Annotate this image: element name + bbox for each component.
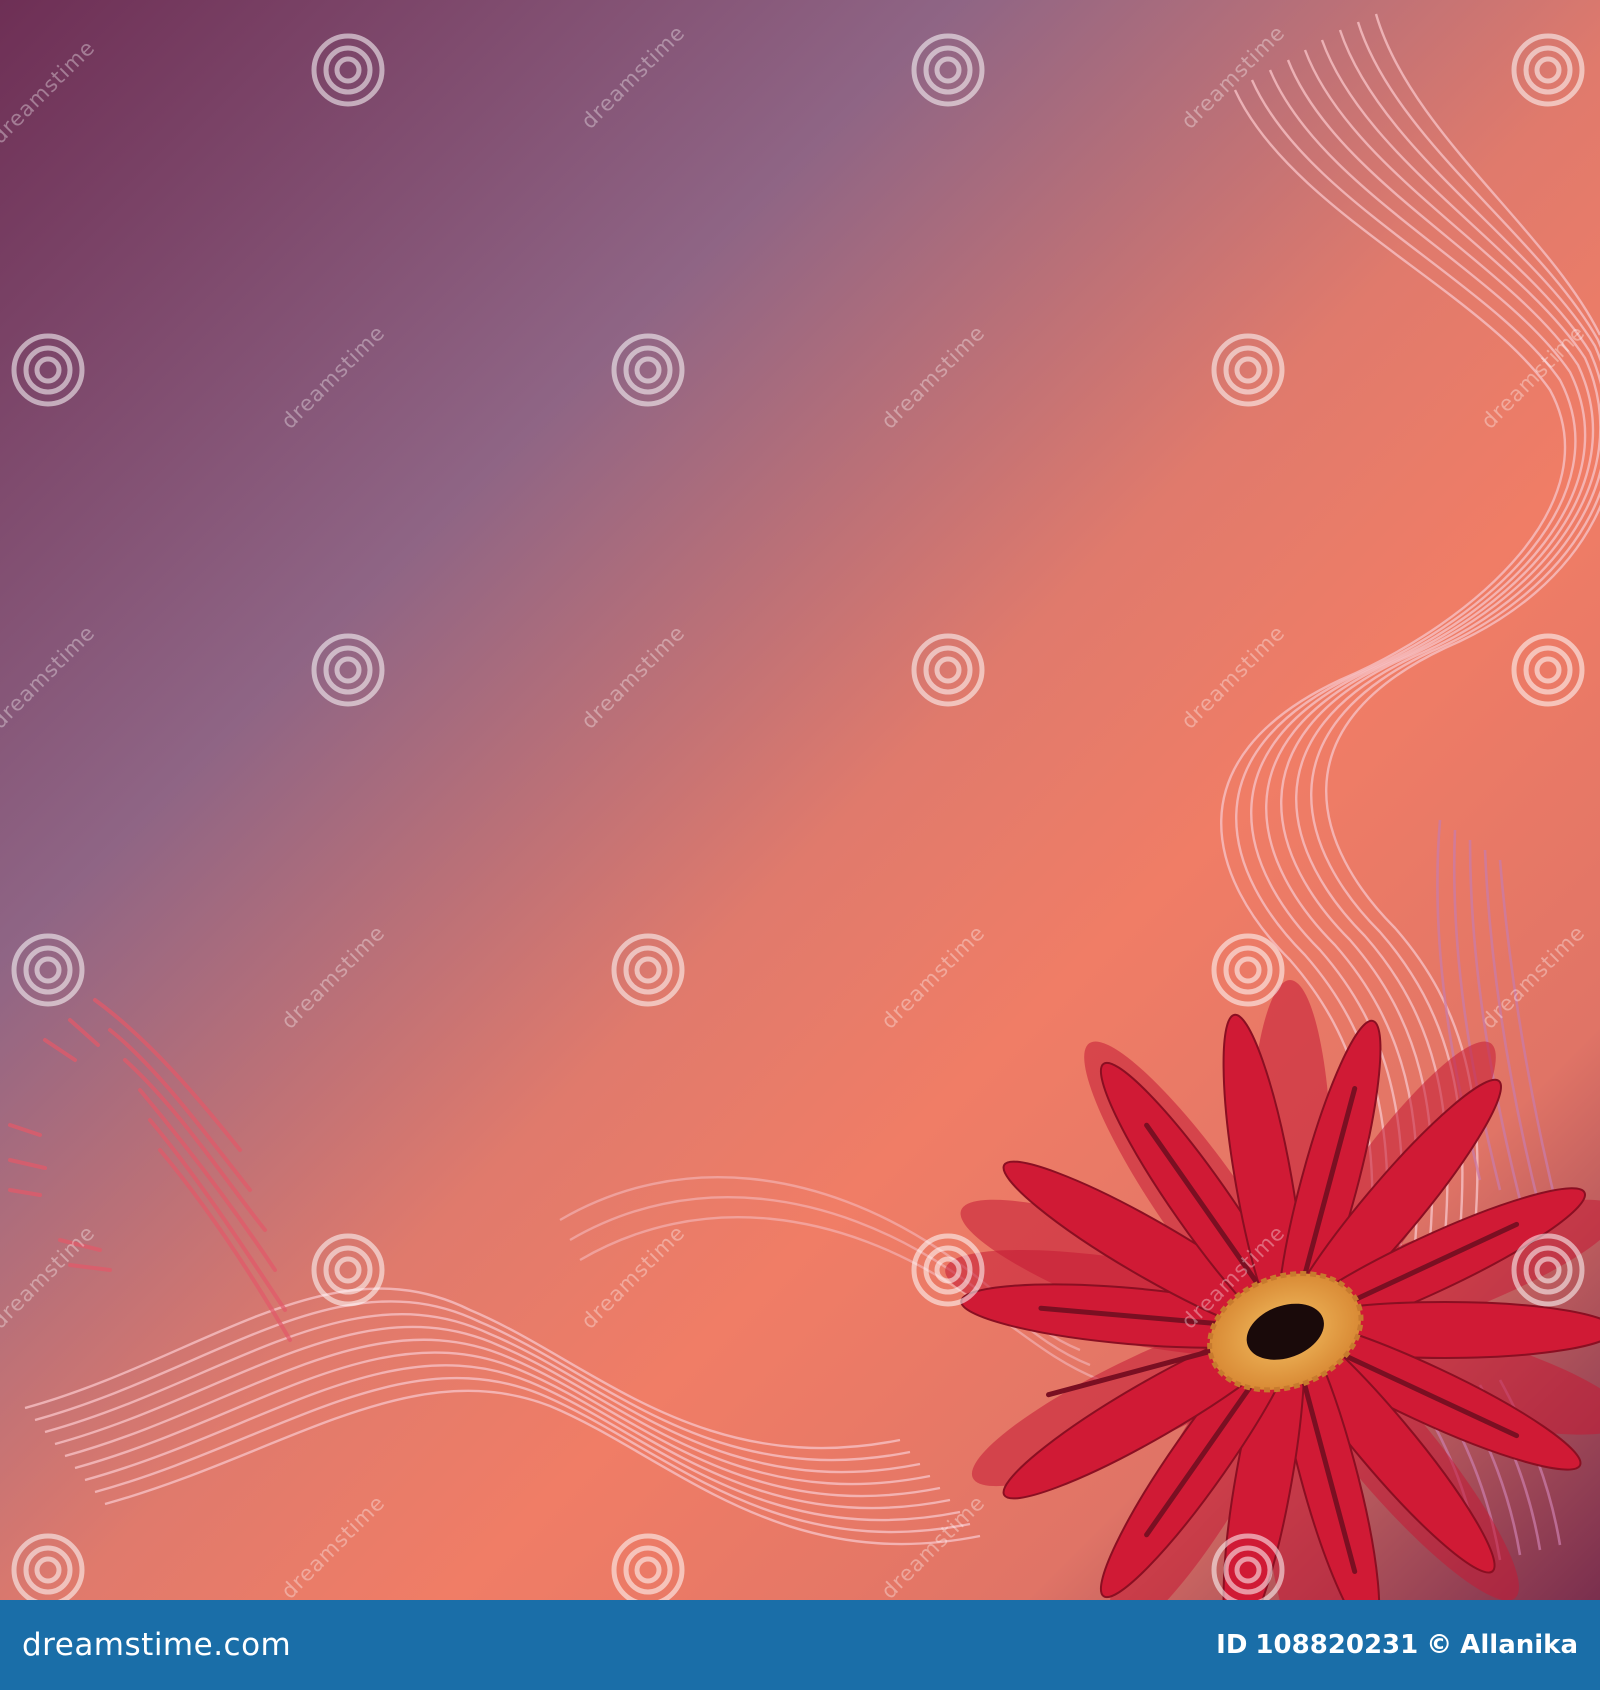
- copyright-symbol: ©: [1426, 1630, 1453, 1660]
- dreamstime-logo-text[interactable]: dreamstime.com: [22, 1619, 291, 1671]
- footer-bar: dreamstime.com ID 108820231 © Allanika: [0, 1600, 1600, 1690]
- id-label: ID: [1216, 1630, 1248, 1660]
- author-name[interactable]: Allanika: [1460, 1630, 1578, 1660]
- image-credit: ID 108820231 © Allanika: [1216, 1619, 1578, 1671]
- floral-artwork: dreamstime dreamstime dreamstime dreamst…: [0, 0, 1600, 1600]
- stock-image-page: dreamstime dreamstime dreamstime dreamst…: [0, 0, 1600, 1690]
- image-id: 108820231: [1255, 1630, 1419, 1660]
